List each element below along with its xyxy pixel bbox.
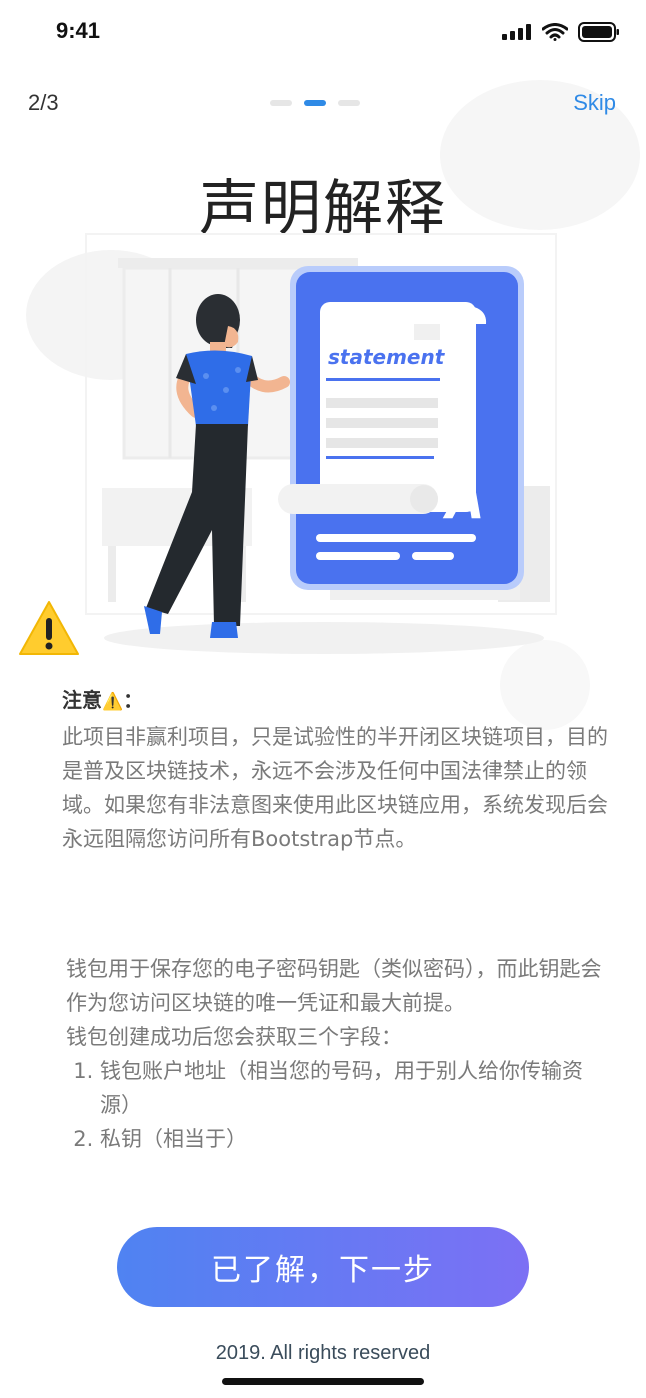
notice-heading-colon: ： [123,688,144,712]
document-heading: statement [328,345,446,369]
notice-body: 此项目非赢利项目，只是试验性的半开闭区块链项目，目的是普及区块链技术，永远不会涉… [62,725,608,851]
wallet-info: 钱包用于保存您的电子密码钥匙（类似密码），而此钥匙会作为您访问区块链的唯一凭证和… [66,952,606,1156]
pagination-dots [270,100,360,106]
wallet-fields-intro: 钱包创建成功后您会获取三个字段： [66,1025,402,1049]
pagination-dot [338,100,360,106]
wallet-description: 钱包用于保存您的电子密码钥匙（类似密码），而此钥匙会作为您访问区块链的唯一凭证和… [66,957,602,1015]
next-step-button[interactable]: 已了解，下一步 [117,1227,529,1307]
pagination-dot [270,100,292,106]
skip-button[interactable]: Skip [573,90,616,116]
warning-icon: ⚠️ [102,692,124,712]
list-item: 私钥（相当于） [100,1122,606,1156]
copyright-footer: 2019. All rights reserved [215,1342,431,1364]
notice-heading: 注意⚠️： [62,684,143,713]
list-item: 钱包账户地址（相当您的号码，用于别人给你传输资源） [100,1054,606,1122]
warning-icon [19,601,79,655]
page-indicator: 2/3 [28,90,59,115]
wifi-icon [542,23,568,41]
signal-icon [502,24,531,40]
statement-illustration: statement A [85,233,557,654]
notice-heading-text: 注意 [62,688,102,712]
document-letter: A [442,472,485,530]
status-icons [502,22,620,42]
home-indicator[interactable] [222,1378,424,1385]
pagination-dot-active [304,100,326,106]
wallet-fields-list: 钱包账户地址（相当您的号码，用于别人给你传输资源） 私钥（相当于） [66,1054,606,1156]
status-time: 9:41 [56,18,101,43]
battery-icon [578,22,619,42]
